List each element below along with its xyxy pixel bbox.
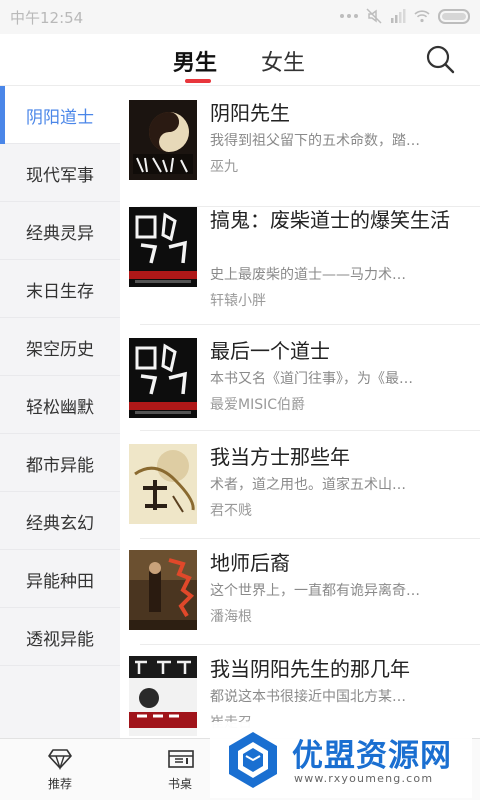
category-label: 经典灵异 xyxy=(26,224,94,244)
nav-label: 推荐 xyxy=(47,777,72,791)
tab-male[interactable]: 男生 xyxy=(173,45,217,77)
book-title: 最后一个道士 xyxy=(210,339,330,363)
book-description: 史上最废柴的道士——马力术… xyxy=(210,267,406,283)
top-tab-bar: 男生 女生 xyxy=(0,34,480,86)
wifi-icon xyxy=(414,10,430,23)
divider xyxy=(140,644,480,645)
category-item[interactable]: 架空历史 xyxy=(0,318,120,376)
book-cover-image xyxy=(129,207,197,287)
book-cover-image xyxy=(129,100,197,180)
search-icon[interactable] xyxy=(422,42,458,78)
book-list: 阴阳先生 我得到祖父留下的五术命数，踏… 巫九 搞鬼：废柴道士的爆笑生活 史上最… xyxy=(120,86,480,738)
status-bar: 中午12:54 xyxy=(0,0,480,34)
active-tab-indicator xyxy=(185,79,211,83)
more-dots-icon xyxy=(340,14,358,18)
divider xyxy=(140,430,480,431)
category-sidebar: 阴阳道士 现代军事 经典灵异 末日生存 架空历史 轻松幽默 都市异能 经典玄幻 … xyxy=(0,86,120,738)
book-author: 潘海根 xyxy=(210,609,252,625)
diamond-icon xyxy=(48,749,72,770)
nav-label: 书桌 xyxy=(167,777,192,791)
book-author: 轩辕小胖 xyxy=(210,293,266,309)
category-label: 异能种田 xyxy=(26,572,94,592)
category-label: 都市异能 xyxy=(26,456,94,476)
category-item[interactable]: 轻松幽默 xyxy=(0,376,120,434)
book-title: 地师后裔 xyxy=(210,551,290,575)
status-time: 中午12:54 xyxy=(10,9,84,27)
category-item[interactable]: 都市异能 xyxy=(0,434,120,492)
watermark-url: www.rxyoumeng.com xyxy=(294,772,434,785)
book-description: 都说这本书很接近中国北方某… xyxy=(210,689,406,705)
book-title: 我当方士那些年 xyxy=(210,445,350,469)
category-label: 架空历史 xyxy=(26,340,94,360)
category-label: 经典玄幻 xyxy=(26,514,94,534)
category-label: 透视异能 xyxy=(26,630,94,650)
battery-icon xyxy=(438,8,470,24)
book-cover-image xyxy=(129,656,197,736)
book-description: 本书又名《道门往事》，为《最… xyxy=(210,371,413,387)
category-label: 末日生存 xyxy=(26,282,94,302)
watermark-title: 优盟资源网 xyxy=(292,738,452,774)
category-item[interactable]: 经典玄幻 xyxy=(0,492,120,550)
status-icons xyxy=(340,8,470,24)
category-item-active[interactable]: 阴阳道士 xyxy=(0,86,120,144)
book-description: 这个世界上，一直都有诡异离奇… xyxy=(210,583,420,599)
book-author: 最爱MISIC伯爵 xyxy=(210,397,305,413)
book-author: 君不贱 xyxy=(210,503,252,519)
category-label: 现代军事 xyxy=(26,166,94,186)
book-cover-image xyxy=(129,338,197,418)
category-item[interactable]: 异能种田 xyxy=(0,550,120,608)
watermark: 优盟资源网 www.rxyoumeng.com xyxy=(210,722,472,798)
category-label: 阴阳道士 xyxy=(26,108,94,128)
book-title: 搞鬼：废柴道士的爆笑生活 xyxy=(210,208,450,232)
category-item[interactable]: 经典灵异 xyxy=(0,202,120,260)
category-label: 轻松幽默 xyxy=(26,398,94,418)
category-item[interactable]: 现代军事 xyxy=(0,144,120,202)
book-description: 术者，道之用也。道家五术山… xyxy=(210,477,406,493)
nav-item-recommend[interactable]: 推荐 xyxy=(25,739,95,800)
divider xyxy=(140,324,480,325)
book-cover-image xyxy=(129,444,197,524)
book-author: 巫九 xyxy=(210,159,238,175)
bookshelf-icon xyxy=(168,750,194,768)
book-description: 我得到祖父留下的五术命数，踏… xyxy=(210,133,420,149)
tab-female[interactable]: 女生 xyxy=(261,45,305,77)
category-item[interactable]: 末日生存 xyxy=(0,260,120,318)
signal-icon xyxy=(391,9,406,23)
book-title: 阴阳先生 xyxy=(210,101,290,125)
watermark-logo-icon xyxy=(229,732,277,788)
book-cover-image xyxy=(129,550,197,630)
mute-icon xyxy=(366,8,382,24)
category-item[interactable]: 透视异能 xyxy=(0,608,120,666)
book-title: 我当阴阳先生的那几年 xyxy=(210,657,410,681)
nav-item-bookshelf[interactable]: 书桌 xyxy=(145,739,215,800)
divider xyxy=(140,538,480,539)
